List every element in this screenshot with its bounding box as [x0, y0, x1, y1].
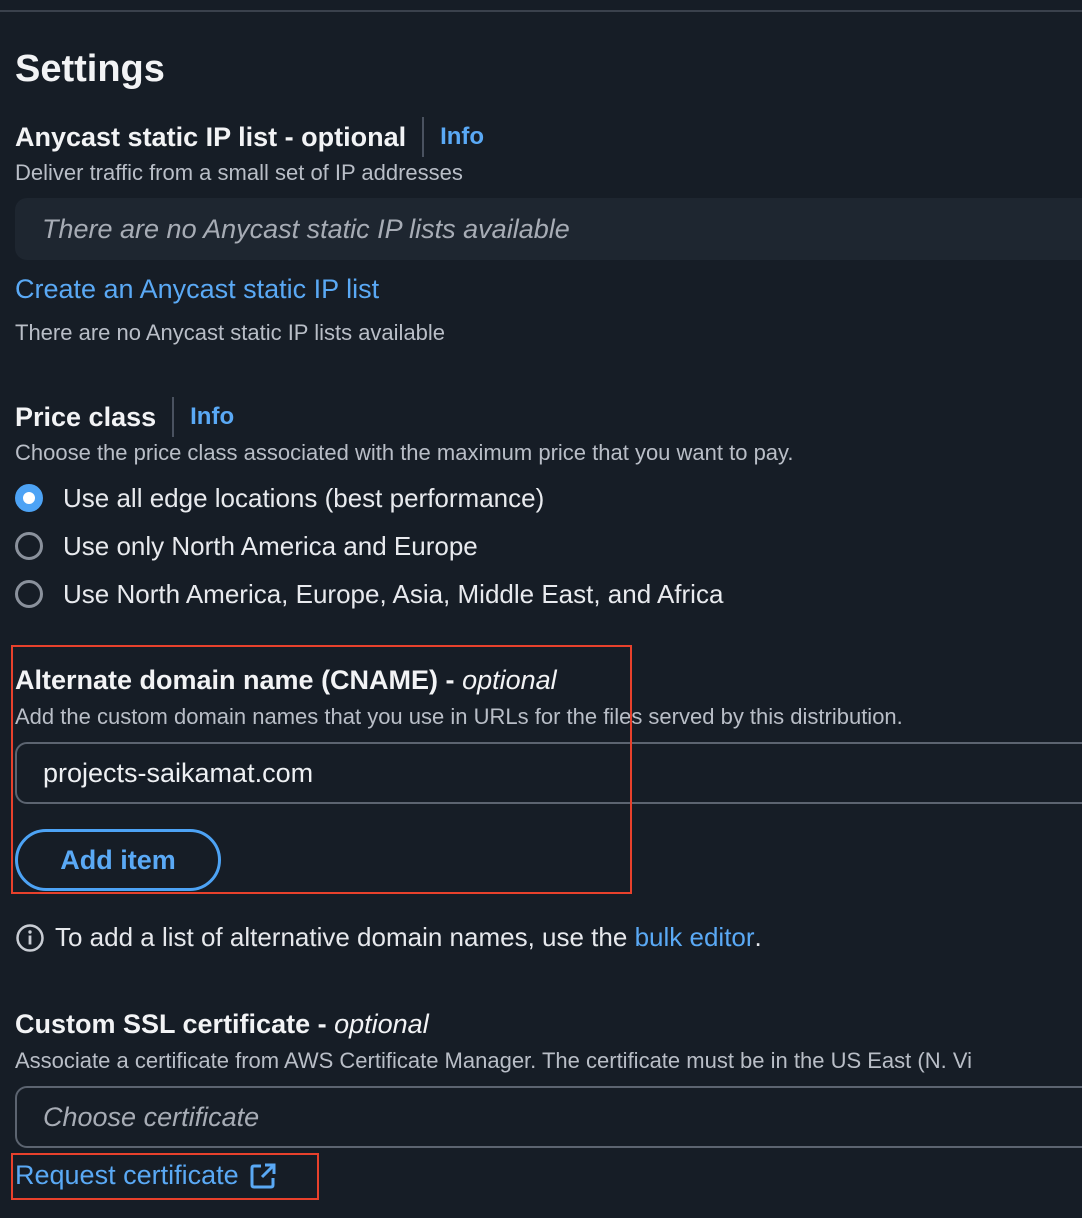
ssl-label-optional: optional	[334, 1009, 429, 1039]
ssl-description: Associate a certificate from AWS Certifi…	[15, 1048, 972, 1073]
bulk-editor-note: To add a list of alternative domain name…	[15, 922, 762, 953]
radio-option-all-edge[interactable]: Use all edge locations (best performance…	[15, 482, 544, 514]
price-class-info-link[interactable]: Info	[190, 403, 234, 431]
external-link-icon	[250, 1163, 276, 1188]
certificate-select[interactable]: Choose certificate	[15, 1086, 1082, 1148]
radio-option-na-eu-asia-me-africa[interactable]: Use North America, Europe, Asia, Middle …	[15, 578, 723, 610]
price-class-label-row: Price class Info	[15, 396, 234, 438]
cname-label-optional: optional	[462, 665, 557, 695]
anycast-description: Deliver traffic from a small set of IP a…	[15, 160, 463, 185]
note-suffix: .	[754, 922, 762, 952]
bulk-editor-link[interactable]: bulk editor	[635, 922, 755, 953]
note-prefix: To add a list of alternative domain name…	[55, 922, 628, 952]
request-certificate-label: Request certificate	[15, 1160, 239, 1190]
radio-unselected-icon[interactable]	[15, 532, 43, 560]
price-class-label: Price class	[15, 401, 157, 432]
info-separator	[422, 117, 425, 157]
radio-unselected-icon[interactable]	[15, 580, 43, 608]
anycast-label: Anycast static IP list - optional	[15, 121, 407, 152]
radio-selected-icon[interactable]	[15, 484, 43, 512]
anycast-empty-box: There are no Anycast static IP lists ava…	[15, 198, 1082, 260]
page-title: Settings	[15, 48, 165, 90]
cname-description: Add the custom domain names that you use…	[15, 704, 903, 729]
price-class-description: Choose the price class associated with t…	[15, 440, 794, 465]
anycast-status-text: There are no Anycast static IP lists ava…	[15, 320, 446, 345]
radio-label: Use North America, Europe, Asia, Middle …	[63, 578, 724, 609]
radio-option-na-europe[interactable]: Use only North America and Europe	[15, 530, 478, 562]
ssl-label-main: Custom SSL certificate -	[15, 1009, 327, 1039]
info-circle-icon	[16, 923, 44, 952]
anycast-label-row: Anycast static IP list - optional Info	[15, 116, 484, 158]
request-certificate-link[interactable]: Request certificate	[15, 1160, 277, 1191]
create-anycast-link[interactable]: Create an Anycast static IP list	[15, 274, 379, 305]
info-separator	[172, 397, 175, 437]
add-item-button[interactable]: Add item	[15, 829, 221, 891]
anycast-info-link[interactable]: Info	[440, 123, 484, 151]
radio-label: Use only North America and Europe	[63, 530, 478, 561]
ssl-label: Custom SSL certificate - optional	[15, 1009, 429, 1040]
cname-label-main: Alternate domain name (CNAME) -	[15, 665, 455, 695]
cname-label: Alternate domain name (CNAME) - optional	[15, 665, 557, 696]
radio-label: Use all edge locations (best performance…	[63, 482, 545, 513]
top-divider	[0, 0, 1082, 12]
cname-input[interactable]: projects-saikamat.com	[15, 742, 1082, 804]
